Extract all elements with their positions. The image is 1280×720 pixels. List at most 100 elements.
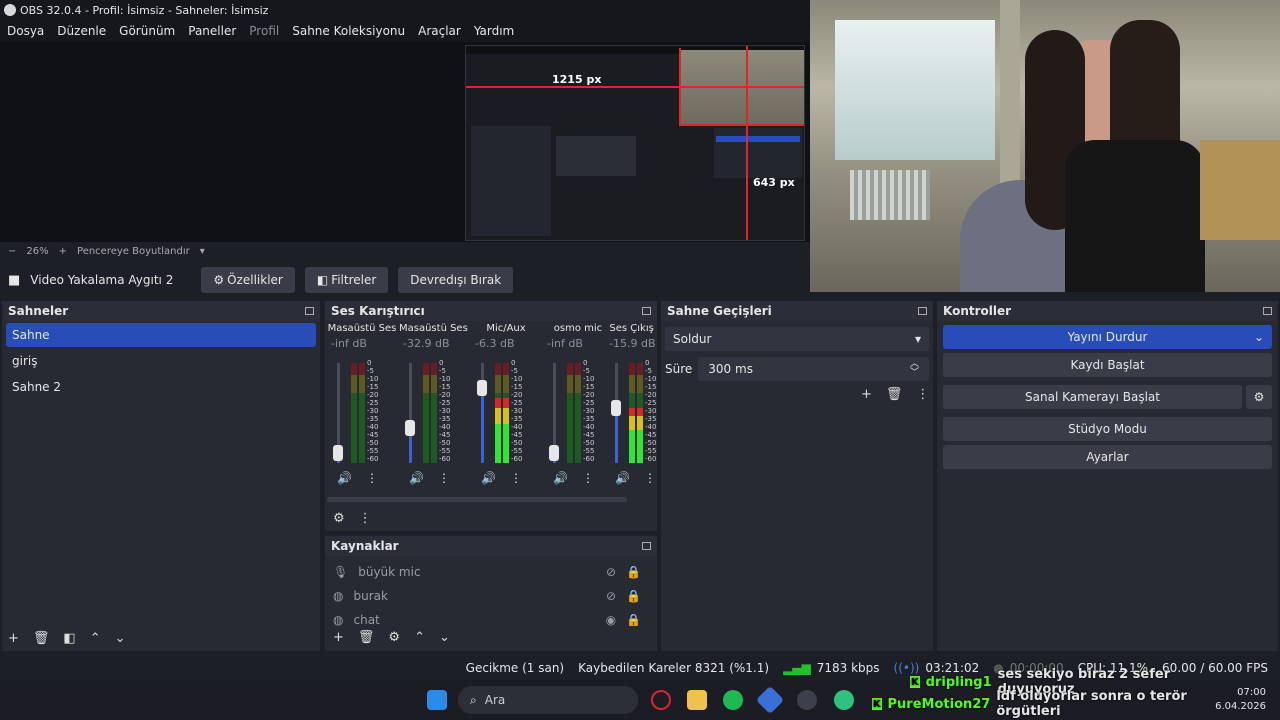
obs-taskbar-icon[interactable] — [797, 690, 817, 710]
menu-profil[interactable]: Profil — [249, 24, 279, 38]
preview-screen-capture: 1215 px 643 px — [465, 45, 805, 241]
float-dock-icon[interactable] — [1263, 307, 1272, 315]
hidden-eye-icon[interactable]: ⊘ — [606, 565, 616, 579]
chevron-down-icon[interactable]: ⌄ — [1254, 330, 1264, 344]
speaker-icon[interactable]: 🔊 — [337, 471, 352, 485]
trash-icon[interactable]: 🗑 — [358, 630, 375, 645]
more-options-icon[interactable]: ⋮ — [438, 471, 450, 485]
fader-knob[interactable] — [405, 420, 415, 436]
menu-araclar[interactable]: Araçlar — [418, 24, 461, 38]
fader-fill — [615, 408, 618, 463]
chat-message: K PureMotion27 ldf oluyorlar sonra o ter… — [872, 689, 1202, 719]
scene-item[interactable]: Sahne — [6, 323, 316, 347]
menu-duzenle[interactable]: Düzenle — [57, 24, 106, 38]
volume-fader[interactable] — [549, 363, 559, 463]
filter-icon[interactable]: ◧ — [63, 631, 75, 646]
meter-ticks: 0 -5 -10 -15 -20 -25 -30 -35 -40 -45 -50 -55 -60 — [367, 359, 378, 463]
lock-icon[interactable]: 🔒 — [626, 565, 641, 579]
source-item[interactable]: ◍ burak ⊘ 🔒 — [325, 584, 657, 608]
settings-button[interactable]: Ayarlar — [943, 445, 1272, 469]
zoom-out-icon[interactable]: − — [8, 246, 16, 257]
filter-icon: ◧ — [316, 273, 329, 287]
studio-mode-button[interactable]: Stüdyo Modu — [943, 417, 1272, 441]
scene-item[interactable]: Sahne 2 — [6, 375, 316, 399]
spotify-icon[interactable] — [723, 690, 743, 710]
opera-icon[interactable] — [651, 690, 671, 710]
properties-button[interactable]: ⚙ Özellikler — [201, 267, 295, 293]
trash-icon[interactable]: 🗑 — [33, 631, 50, 646]
volume-fader[interactable] — [333, 363, 343, 463]
hidden-eye-icon[interactable]: ⊘ — [606, 589, 616, 603]
source-toolbar: ■ Video Yakalama Aygıtı 2 ⚙ Özellikler ◧ F… — [0, 262, 810, 298]
volume-fader[interactable] — [477, 363, 487, 463]
arrow-up-icon[interactable]: ⌃ — [90, 631, 101, 646]
menu-gorunum[interactable]: Görünüm — [119, 24, 175, 38]
scene-item[interactable]: giriş — [6, 349, 316, 373]
taskbar-clock[interactable]: 07:00 6.04.2026 — [1215, 686, 1266, 714]
duration-spinbox[interactable]: 300 ms ︿ ﹀ — [698, 357, 929, 381]
spin-arrows-icon[interactable]: ︿ ﹀ — [910, 360, 919, 378]
menu-dosya[interactable]: Dosya — [7, 24, 44, 38]
duration-label: Süre — [665, 362, 693, 376]
arrow-down-icon[interactable]: ⌄ — [115, 631, 126, 646]
source-item[interactable]: 🎙 büyük mic ⊘ 🔒 — [325, 560, 657, 584]
float-dock-icon[interactable] — [305, 307, 314, 315]
float-dock-icon[interactable] — [642, 307, 651, 315]
start-virtualcam-button[interactable]: Sanal Kamerayı Başlat — [943, 385, 1242, 409]
virtualcam-settings-button[interactable]: ⚙ — [1246, 385, 1272, 409]
trash-icon[interactable]: 🗑 — [886, 387, 903, 402]
arrow-down-icon[interactable]: ⌄ — [439, 630, 450, 645]
meter-tick-label: -20 — [439, 391, 451, 399]
taskbar-search[interactable]: ⌕ Ara — [458, 686, 638, 714]
more-options-icon[interactable]: ⋮ — [582, 471, 594, 485]
windows-start-icon[interactable] — [427, 690, 447, 710]
fader-knob[interactable] — [333, 445, 343, 461]
gear-icon[interactable]: ⚙ — [388, 630, 400, 645]
filters-button[interactable]: ◧ Filtreler — [304, 267, 389, 293]
add-icon[interactable]: + — [8, 631, 19, 646]
fader-knob[interactable] — [611, 400, 621, 416]
volume-fader[interactable] — [405, 363, 415, 463]
menu-sahne-koleksiyonu[interactable]: Sahne Koleksiyonu — [292, 24, 405, 38]
add-icon[interactable]: + — [861, 387, 872, 402]
lock-icon[interactable]: 🔒 — [626, 613, 641, 626]
search-icon: ⌕ — [470, 692, 477, 707]
menu-paneller[interactable]: Paneller — [188, 24, 236, 38]
transition-select[interactable]: Soldur ▾ — [665, 327, 929, 351]
more-options-icon[interactable]: ⋮ — [916, 387, 929, 402]
eye-icon[interactable]: ◉ — [606, 613, 616, 626]
source-item[interactable]: ◍ chat ◉ 🔒 — [325, 608, 657, 626]
speaker-icon[interactable]: 🔊 — [481, 471, 496, 485]
arrow-up-icon[interactable]: ⌃ — [414, 630, 425, 645]
meter-tick-label: -35 — [439, 415, 451, 423]
add-icon[interactable]: + — [333, 630, 344, 645]
speaker-icon[interactable]: 🔊 — [409, 471, 424, 485]
fit-to-window-label[interactable]: Pencereye Boyutlandır — [77, 246, 190, 257]
mixer-scrollbar[interactable] — [327, 497, 627, 502]
kodi-icon[interactable] — [755, 685, 785, 715]
more-options-icon[interactable]: ⋮ — [366, 471, 378, 485]
more-options-icon[interactable]: ⋮ — [359, 511, 372, 526]
app-icon[interactable] — [834, 690, 854, 710]
fader-knob[interactable] — [477, 380, 487, 396]
fader-knob[interactable] — [549, 445, 559, 461]
start-record-button[interactable]: Kaydı Başlat — [943, 353, 1272, 377]
meter-tick-label: -40 — [367, 423, 379, 431]
lock-icon[interactable]: 🔒 — [626, 589, 641, 603]
float-dock-icon[interactable] — [918, 307, 927, 315]
zoom-level: 26% — [26, 245, 49, 257]
title-bar: OBS 32.0.4 - Profil: İsimsiz - Sahneler:… — [0, 0, 810, 20]
file-explorer-icon[interactable] — [687, 690, 707, 710]
menu-yardim[interactable]: Yardım — [474, 24, 514, 38]
advanced-audio-gear-icon[interactable]: ⚙ — [333, 511, 345, 526]
stop-stream-button[interactable]: Yayını Durdur ⌄ — [943, 325, 1272, 349]
deactivate-button[interactable]: Devredışı Bırak — [398, 267, 514, 293]
float-dock-icon[interactable] — [642, 542, 651, 550]
chevron-down-icon[interactable]: ▾ — [200, 246, 205, 257]
speaker-icon[interactable]: 🔊 — [553, 471, 568, 485]
more-options-icon[interactable]: ⋮ — [510, 471, 522, 485]
volume-fader[interactable] — [611, 363, 621, 463]
zoom-in-icon[interactable]: + — [59, 246, 67, 257]
speaker-icon[interactable]: 🔊 — [615, 471, 630, 485]
more-options-icon[interactable]: ⋮ — [644, 471, 656, 485]
